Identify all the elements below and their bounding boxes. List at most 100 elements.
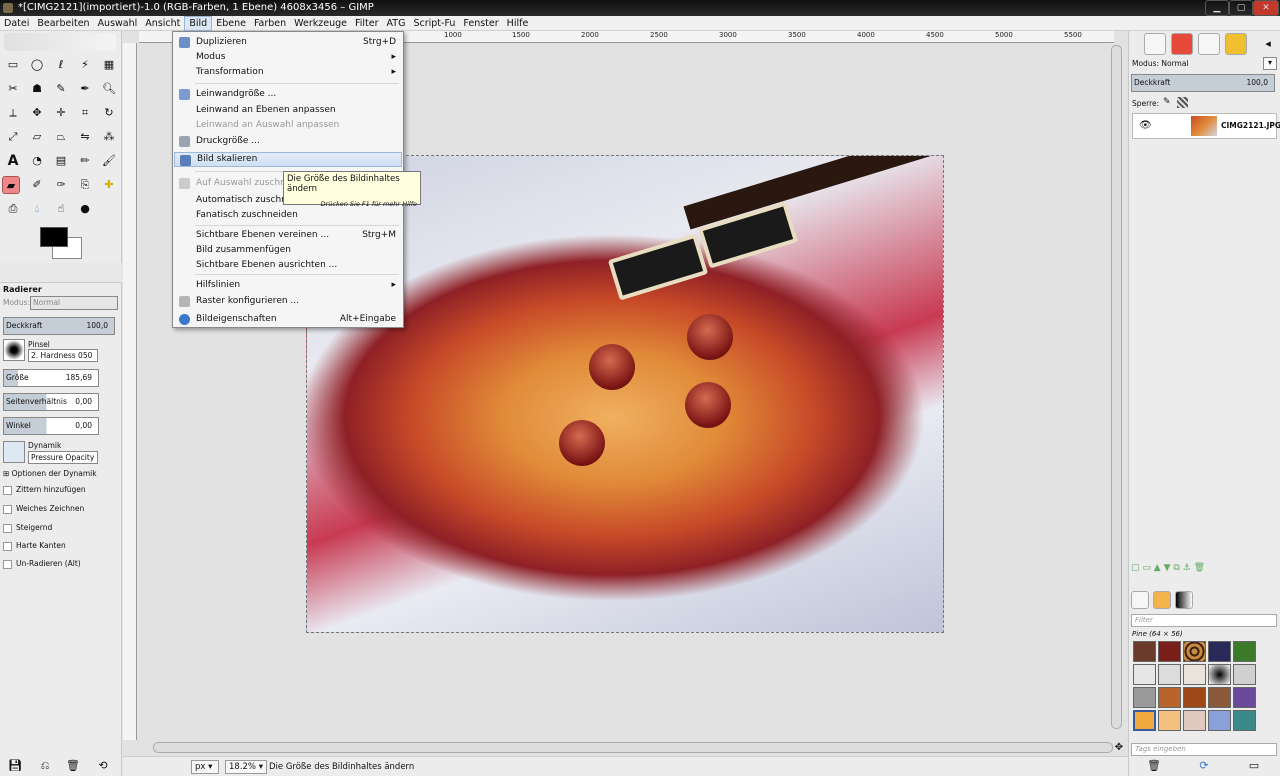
pattern-swatch[interactable]	[1233, 687, 1256, 708]
tags-field[interactable]: Tags eingeben	[1131, 743, 1277, 756]
heal-icon[interactable]: ✚	[100, 176, 118, 194]
aspect-slider[interactable]: Seitenverhältnis 0,00	[3, 393, 99, 411]
brush-preview[interactable]	[3, 339, 25, 361]
menu-item-leinwand-ebenen[interactable]: Leinwand an Ebenen anpassen	[174, 103, 402, 118]
shear-icon[interactable]: ▱	[28, 128, 46, 146]
pattern-swatch[interactable]	[1158, 641, 1181, 662]
menu-bearbeiten[interactable]: Bearbeiten	[33, 16, 93, 31]
pattern-swatch[interactable]	[1158, 710, 1181, 731]
lock-alpha-icon[interactable]	[1177, 97, 1188, 108]
checkbox-box[interactable]	[3, 559, 12, 569]
lower-layer-icon[interactable]: ▼	[1164, 563, 1171, 573]
clone-icon[interactable]: ⎘	[76, 176, 94, 194]
pattern-swatch[interactable]	[1158, 664, 1181, 685]
scale-icon[interactable]: ⤢	[4, 128, 22, 146]
menu-item-fanatisch-zuschneiden[interactable]: Fanatisch zuschneiden	[174, 208, 402, 223]
maximize-button[interactable]: ▢	[1229, 0, 1253, 16]
delete-pattern-icon[interactable]: 🗑︎	[1145, 757, 1163, 775]
flip-icon[interactable]: ⇋	[76, 128, 94, 146]
menu-item-ebenen-ausrichten[interactable]: Sichtbare Ebenen ausrichten ...	[174, 258, 402, 273]
zoom-icon[interactable]: 🔍︎	[100, 80, 118, 98]
unit-select[interactable]: px ▾	[191, 760, 219, 774]
pattern-swatch[interactable]	[1208, 664, 1231, 685]
rotate-icon[interactable]: ↻	[100, 104, 118, 122]
checkbox-jitter[interactable]: Zittern hinzufügen	[3, 485, 86, 503]
pattern-swatch[interactable]	[1133, 664, 1156, 685]
pattern-swatch-selected[interactable]	[1133, 710, 1156, 731]
cage-icon[interactable]: ⁂	[100, 128, 118, 146]
menu-bild[interactable]: Bild	[184, 16, 213, 31]
save-options-icon[interactable]: 💾︎	[6, 757, 24, 775]
pattern-swatch[interactable]	[1183, 664, 1206, 685]
minimize-button[interactable]: ▁	[1205, 0, 1229, 16]
text-tool-icon[interactable]: A	[4, 152, 22, 170]
menu-script-fu[interactable]: Script-Fu	[409, 16, 459, 31]
delete-options-icon[interactable]: 🗑︎	[64, 757, 82, 775]
channels-tab-icon[interactable]	[1171, 33, 1193, 55]
paintbrush-icon[interactable]: 🖌︎	[100, 152, 118, 170]
duplicate-layer-icon[interactable]: ⧉	[1173, 563, 1179, 573]
menu-item-bild-zusammenfuegen[interactable]: Bild zusammenfügen	[174, 243, 402, 258]
mode-select[interactable]: Normal	[30, 296, 118, 310]
checkbox-anti-erase[interactable]: Un-Radieren (Alt)	[3, 559, 81, 577]
menu-item-ebenen-vereinen[interactable]: Sichtbare Ebenen vereinen ... Strg+M	[174, 228, 402, 243]
pattern-swatch[interactable]	[1183, 687, 1206, 708]
blur-icon[interactable]: 💧︎	[28, 200, 46, 218]
dynamics-name-field[interactable]: Pressure Opacity	[28, 451, 98, 464]
move-icon[interactable]: ✥	[28, 104, 46, 122]
rect-select-icon[interactable]: ▭	[4, 56, 22, 74]
opacity-slider[interactable]: Deckkraft 100,0	[3, 317, 115, 335]
menu-item-modus[interactable]: Modus ▸	[174, 50, 402, 65]
smudge-icon[interactable]: ☝	[52, 200, 70, 218]
ink-icon[interactable]: ✑	[52, 176, 70, 194]
patterns-tab-icon[interactable]	[1153, 591, 1171, 609]
color-select-icon[interactable]: ▦	[100, 56, 118, 74]
zoom-select[interactable]: 18.2% ▾	[225, 760, 267, 774]
measure-icon[interactable]: ⟂	[4, 104, 22, 122]
eye-icon[interactable]: 👁︎	[1139, 120, 1152, 131]
open-pattern-folder-icon[interactable]: ▭	[1245, 757, 1263, 775]
checkbox-box[interactable]	[3, 523, 12, 533]
layer-row[interactable]: 👁︎ CIMG2121.JPG	[1132, 113, 1280, 139]
angle-slider[interactable]: Winkel 0,00	[3, 417, 99, 435]
free-select-icon[interactable]: ℓ	[52, 56, 70, 74]
scissors-icon[interactable]: ✂	[4, 80, 22, 98]
menu-auswahl[interactable]: Auswahl	[94, 16, 142, 31]
perspective-icon[interactable]: ⏢	[52, 128, 70, 146]
checkbox-box[interactable]	[3, 504, 12, 514]
pattern-swatch[interactable]	[1208, 710, 1231, 731]
menu-item-transformation[interactable]: Transformation ▸	[174, 65, 402, 80]
menu-werkzeuge[interactable]: Werkzeuge	[290, 16, 351, 31]
ellipse-select-icon[interactable]: ◯	[28, 56, 46, 74]
foreground-color-swatch[interactable]	[40, 227, 68, 247]
dodge-burn-icon[interactable]: ●	[76, 200, 94, 218]
checkbox-box[interactable]	[3, 485, 12, 495]
menu-item-hilfslinien[interactable]: Hilfslinien ▸	[174, 278, 402, 293]
align-icon[interactable]: ✛	[52, 104, 70, 122]
pattern-swatch[interactable]	[1208, 687, 1231, 708]
horizontal-scrollbar[interactable]	[153, 742, 1113, 753]
raise-layer-icon[interactable]: ▲	[1154, 563, 1161, 573]
size-slider[interactable]: Größe 185,69	[3, 369, 99, 387]
undo-tab-icon[interactable]	[1225, 33, 1247, 55]
vertical-scrollbar[interactable]	[1111, 45, 1122, 729]
bucket-fill-icon[interactable]: ◔	[28, 152, 46, 170]
menu-farben[interactable]: Farben	[250, 16, 290, 31]
pencil-icon[interactable]: ✏	[76, 152, 94, 170]
reset-options-icon[interactable]: ⟲	[94, 757, 112, 775]
pattern-filter-field[interactable]: Filter	[1131, 614, 1277, 627]
brushes-tab-icon[interactable]	[1131, 591, 1149, 609]
menu-fenster[interactable]: Fenster	[459, 16, 502, 31]
lock-pixels-icon[interactable]: ✎	[1163, 97, 1171, 107]
airbrush-icon[interactable]: ✐	[28, 176, 46, 194]
color-picker-icon[interactable]: ✒	[76, 80, 94, 98]
brush-name-field[interactable]: 2. Hardness 050	[28, 349, 98, 362]
pattern-swatch[interactable]	[1233, 664, 1256, 685]
anchor-icon[interactable]: ⚓︎	[1183, 563, 1191, 573]
layers-tab-icon[interactable]	[1144, 33, 1166, 55]
menu-datei[interactable]: Datei	[0, 16, 33, 31]
menu-item-druckgroesse[interactable]: Druckgröße ...	[174, 134, 402, 149]
menu-item-leinwandgroesse[interactable]: Leinwandgröße ...	[174, 87, 402, 102]
checkbox-incremental[interactable]: Steigernd	[3, 523, 52, 541]
checkbox-smooth[interactable]: Weiches Zeichnen	[3, 504, 84, 522]
